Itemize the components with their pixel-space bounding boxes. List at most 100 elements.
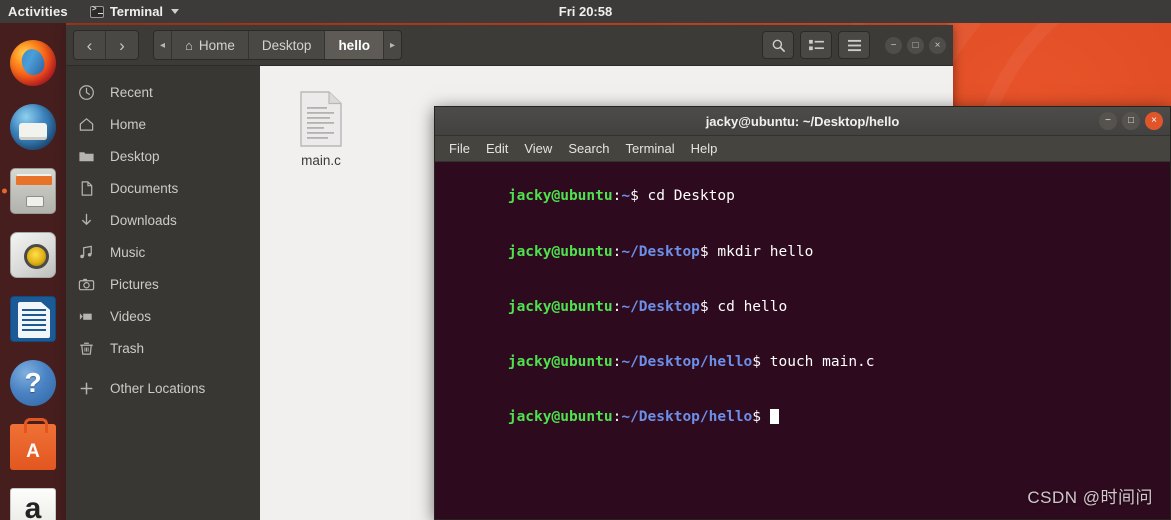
dock-item-help[interactable]: ?: [0, 351, 66, 415]
terminal-titlebar[interactable]: jacky@ubuntu: ~/Desktop/hello − □ ×: [435, 107, 1170, 136]
sidebar-item-label: Downloads: [110, 212, 177, 228]
dock-item-amazon[interactable]: a: [0, 479, 66, 520]
close-button[interactable]: ×: [929, 36, 946, 54]
home-icon: [77, 115, 96, 134]
dock-item-rhythmbox[interactable]: [0, 223, 66, 287]
terminal-command: mkdir hello: [708, 243, 814, 260]
clock[interactable]: Fri 20:58: [0, 4, 1171, 19]
dock-item-libreoffice-writer[interactable]: [0, 287, 66, 351]
terminal-line-active: jacky@ubuntu:~/Desktop/hello$: [436, 390, 1170, 445]
prompt-path: ~/Desktop/hello: [621, 354, 753, 371]
sidebar-item-label: Music: [110, 244, 146, 260]
prompt-user: jacky@ubuntu: [507, 243, 613, 260]
breadcrumb-item-label: Desktop: [261, 37, 312, 53]
prompt-symbol: $: [630, 188, 639, 205]
search-icon: [772, 39, 785, 52]
breadcrumb-item-label: Home: [198, 37, 235, 53]
forward-button[interactable]: ›: [106, 31, 138, 59]
prompt-symbol: $: [752, 409, 762, 426]
download-icon: [77, 211, 96, 230]
files-icon: [10, 168, 56, 214]
sidebar-item-label: Desktop: [110, 148, 160, 164]
gnome-top-bar: Activities Terminal Fri 20:58: [0, 0, 1171, 23]
breadcrumb-item-hello[interactable]: hello: [325, 31, 384, 59]
breadcrumb-scroll-left[interactable]: ◂: [154, 31, 173, 59]
window-controls: − □ ×: [885, 36, 946, 54]
sidebar-item-desktop[interactable]: Desktop: [66, 140, 260, 172]
chevron-right-icon: ›: [119, 35, 125, 55]
chevron-left-icon: ‹: [86, 35, 93, 55]
sidebar-item-pictures[interactable]: Pictures: [66, 268, 260, 300]
terminal-screen[interactable]: jacky@ubuntu:~$ cd Desktop jacky@ubuntu:…: [435, 162, 1170, 519]
main-menu-button[interactable]: [838, 31, 870, 59]
sidebar-item-documents[interactable]: Documents: [66, 172, 260, 204]
c-source-file-icon: [298, 90, 344, 148]
back-button[interactable]: ‹: [74, 31, 106, 59]
prompt-path: ~/Desktop: [621, 298, 700, 315]
camera-icon: [77, 275, 96, 294]
prompt-symbol: $: [752, 354, 762, 371]
menu-item-view[interactable]: View: [524, 141, 552, 156]
terminal-line: jacky@ubuntu:~$ cd Desktop: [436, 169, 1170, 224]
amazon-icon: a: [10, 488, 56, 520]
dock-item-firefox[interactable]: [0, 31, 66, 95]
sidebar-item-label: Trash: [110, 340, 145, 356]
terminal-command: cd hello: [708, 298, 788, 315]
sidebar-item-label: Videos: [110, 308, 152, 324]
menu-item-edit[interactable]: Edit: [486, 141, 508, 156]
prompt-symbol: $: [699, 298, 709, 315]
thunderbird-icon: [10, 104, 56, 150]
sidebar-item-home[interactable]: Home: [66, 108, 260, 140]
dock-item-files[interactable]: [0, 159, 66, 223]
sidebar-item-label: Documents: [110, 180, 179, 196]
sidebar-item-trash[interactable]: Trash: [66, 332, 260, 364]
terminal-command: cd Desktop: [638, 188, 735, 205]
search-button[interactable]: [762, 31, 794, 59]
sidebar-item-label: Pictures: [110, 276, 159, 292]
prompt-path: ~/Desktop/hello: [621, 409, 753, 426]
sidebar-item-music[interactable]: Music: [66, 236, 260, 268]
folder-icon: [77, 147, 96, 166]
terminal-close-button[interactable]: ×: [1145, 112, 1163, 130]
prompt-symbol: $: [699, 243, 709, 260]
breadcrumb: ◂ ⌂ Home Desktop hello ▸: [153, 30, 402, 60]
sidebar-item-downloads[interactable]: Downloads: [66, 204, 260, 236]
firefox-icon: [10, 40, 56, 86]
help-icon: ?: [10, 360, 56, 406]
terminal-cursor: [769, 409, 779, 425]
dock-item-thunderbird[interactable]: [0, 95, 66, 159]
terminal-minimize-button[interactable]: −: [1099, 112, 1117, 130]
terminal-window: jacky@ubuntu: ~/Desktop/hello − □ × File…: [434, 106, 1171, 520]
sidebar-item-other-locations[interactable]: Other Locations: [66, 372, 260, 404]
menu-item-terminal[interactable]: Terminal: [626, 141, 675, 156]
sidebar-item-recent[interactable]: Recent: [66, 76, 260, 108]
terminal-maximize-button[interactable]: □: [1122, 112, 1140, 130]
prompt-user: jacky@ubuntu: [507, 188, 613, 205]
terminal-window-controls: − □ ×: [1099, 112, 1163, 130]
view-toggle-button[interactable]: [800, 31, 832, 59]
terminal-command: [761, 409, 770, 425]
libreoffice-writer-icon: [10, 296, 56, 342]
maximize-button[interactable]: □: [907, 36, 924, 54]
breadcrumb-item-home[interactable]: ⌂ Home: [172, 31, 249, 59]
menu-item-help[interactable]: Help: [691, 141, 718, 156]
sidebar-item-videos[interactable]: Videos: [66, 300, 260, 332]
hamburger-menu-icon: [847, 39, 861, 51]
file-item-main-c[interactable]: main.c: [272, 80, 370, 168]
prompt-user: jacky@ubuntu: [507, 298, 613, 315]
prompt-user: jacky@ubuntu: [507, 409, 613, 426]
breadcrumb-item-desktop[interactable]: Desktop: [248, 31, 326, 59]
running-indicator-dot: [2, 188, 7, 194]
menu-item-file[interactable]: File: [449, 141, 470, 156]
terminal-line: jacky@ubuntu:~/Desktop$ mkdir hello: [436, 224, 1170, 279]
breadcrumb-item-label: hello: [338, 37, 370, 53]
terminal-title: jacky@ubuntu: ~/Desktop/hello: [705, 113, 900, 129]
dock-item-ubuntu-software[interactable]: A: [0, 415, 66, 479]
minimize-button[interactable]: −: [885, 36, 902, 54]
prompt-path: ~: [621, 188, 631, 205]
home-icon: ⌂: [185, 37, 193, 53]
menu-item-search[interactable]: Search: [568, 141, 609, 156]
file-manager-sidebar: Recent Home Desktop Documents Downloads …: [66, 66, 260, 520]
breadcrumb-scroll-right[interactable]: ▸: [383, 31, 401, 59]
terminal-line: jacky@ubuntu:~/Desktop$ cd hello: [436, 279, 1170, 334]
